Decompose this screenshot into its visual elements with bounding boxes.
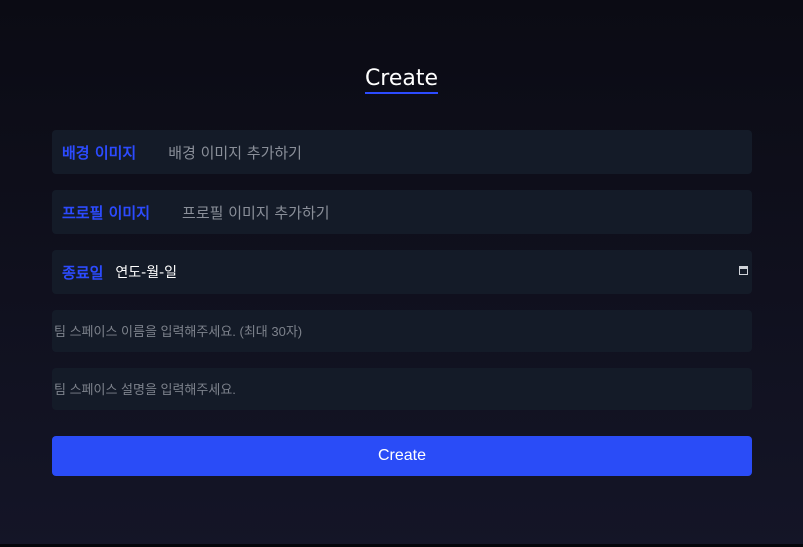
page-title-text: Create	[364, 66, 439, 94]
profile-image-placeholder[interactable]: 프로필 이미지 추가하기	[182, 202, 330, 223]
team-space-description-input[interactable]	[52, 368, 752, 410]
create-button[interactable]: Create	[52, 436, 752, 476]
background-image-field[interactable]: 배경 이미지 배경 이미지 추가하기	[52, 130, 752, 174]
profile-image-label: 프로필 이미지	[62, 203, 151, 222]
end-date-input[interactable]: 연도-월-일	[115, 262, 177, 282]
background-image-placeholder[interactable]: 배경 이미지 추가하기	[168, 142, 302, 163]
end-date-label: 종료일	[62, 263, 104, 282]
calendar-icon[interactable]	[739, 266, 748, 275]
page-title: Create	[0, 62, 803, 96]
team-space-name-input[interactable]	[52, 310, 752, 352]
end-date-field[interactable]: 종료일 연도-월-일	[52, 250, 752, 294]
background-image-label: 배경 이미지	[62, 143, 137, 162]
profile-image-field[interactable]: 프로필 이미지 프로필 이미지 추가하기	[52, 190, 752, 234]
